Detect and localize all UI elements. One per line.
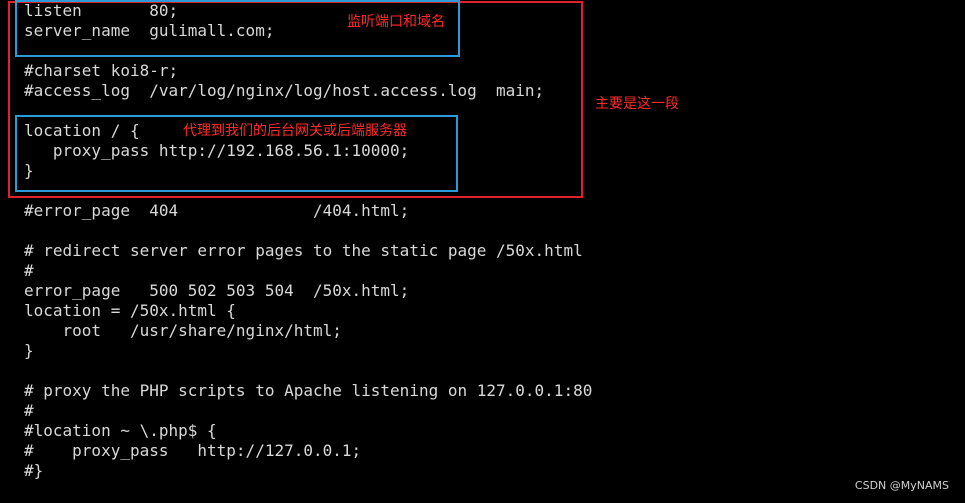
code-line-redirect-comment: # redirect server error pages to the sta… bbox=[24, 241, 583, 260]
code-line-php-comment: # proxy the PHP scripts to Apache listen… bbox=[24, 381, 593, 400]
code-line-commented-proxy: # proxy_pass http://127.0.0.1; bbox=[24, 441, 362, 460]
code-line-hash: # bbox=[24, 261, 34, 280]
code-line-root-path: root /usr/share/nginx/html; bbox=[24, 321, 342, 340]
proxy-annotation: 代理到我们的后台网关或后端服务器 bbox=[183, 123, 407, 139]
code-line-error-page-50x: error_page 500 502 503 504 /50x.html; bbox=[24, 281, 410, 300]
watermark-text: CSDN @MyNAMS bbox=[854, 479, 949, 492]
code-line-close-brace: } bbox=[24, 341, 34, 360]
code-line-location-php: #location ~ \.php$ { bbox=[24, 421, 217, 440]
code-line-commented-close: #} bbox=[24, 461, 44, 480]
code-line-location-50x: location = /50x.html { bbox=[24, 301, 236, 320]
main-section-annotation: 主要是这一段 bbox=[595, 96, 679, 112]
listen-annotation: 监听端口和域名 bbox=[347, 14, 445, 30]
code-line-hash: # bbox=[24, 401, 34, 420]
code-line-error-page-404: #error_page 404 /404.html; bbox=[24, 201, 410, 220]
